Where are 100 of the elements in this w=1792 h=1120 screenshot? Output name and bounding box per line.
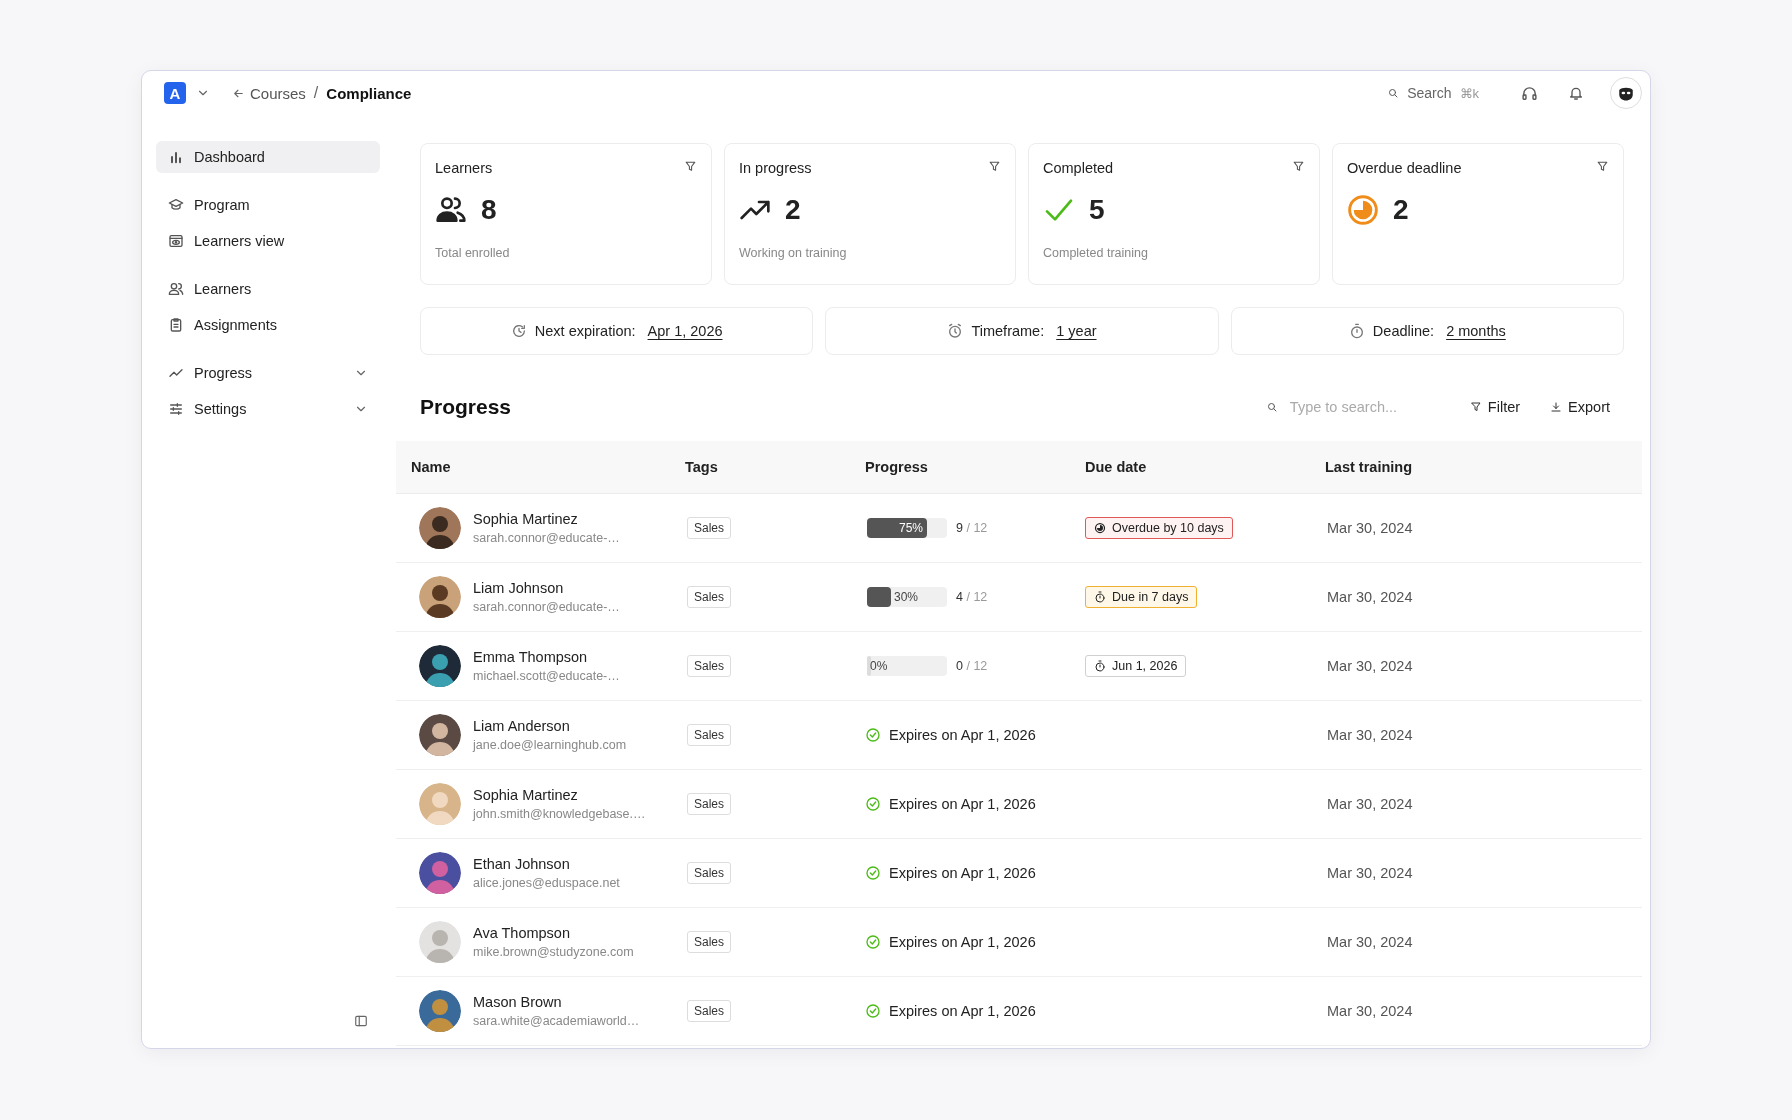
table-cell-text: Mar 30, 2024 (1326, 727, 1414, 743)
progress-count: 0 / 12 (956, 659, 988, 673)
users-icon (168, 281, 184, 297)
sidebar-item[interactable]: Progress (156, 357, 380, 389)
check-circle-icon (865, 727, 881, 743)
tag: Sales (687, 655, 732, 677)
alarm-clock-icon (947, 323, 964, 339)
table-cell-text: Mar 30, 2024 (1326, 865, 1414, 881)
sidebar-toggle-button[interactable] (354, 1014, 368, 1028)
filter-icon (1292, 160, 1305, 173)
stat-label: Completed (1043, 160, 1114, 176)
learner-name: Liam Johnson (473, 580, 565, 596)
stat-caption: Total enrolled (435, 246, 511, 260)
tag: Sales (687, 931, 732, 953)
column-header: Tags (685, 459, 719, 475)
learner-name: Emma Thompson (473, 649, 589, 665)
progress-count: 9 / 12 (956, 521, 988, 535)
progress-count: 4 / 12 (956, 590, 988, 604)
info-label: Next expiration: (534, 323, 636, 339)
stat-value: 2 (785, 194, 801, 226)
filter-button[interactable] (1596, 160, 1609, 173)
expiry-text: Expires on Apr 1, 2026 (889, 1003, 1036, 1019)
stat-caption: Working on training (739, 246, 848, 260)
stopwatch-icon (1348, 323, 1365, 339)
tag: Sales (687, 862, 732, 884)
filter-button[interactable] (1292, 160, 1305, 173)
learner-email: michael.scott@educate-… (473, 669, 620, 683)
learner-email: sara.white@academiaworld… (473, 1014, 640, 1028)
expiry-text: Expires on Apr 1, 2026 (889, 727, 1036, 743)
learner-email: john.smith@knowledgebase.… (473, 807, 646, 821)
learner-email: mike.brown@studyzone.com (473, 945, 634, 959)
table-cell-text: Mar 30, 2024 (1326, 589, 1414, 605)
download-icon (1550, 401, 1563, 413)
export-button[interactable]: Export (1550, 399, 1610, 415)
sidebar-item[interactable]: Learners (156, 273, 380, 305)
sidebar-panel-icon (354, 1014, 368, 1028)
search-button[interactable]: Search ⌘k (1381, 84, 1485, 102)
filter-icon (988, 160, 1001, 173)
filter-button[interactable] (988, 160, 1001, 173)
info-label: Timeframe: (971, 323, 1045, 339)
sidebar-item[interactable]: Dashboard (156, 141, 380, 173)
clock-pie-icon (1347, 194, 1379, 226)
graduation-cap-icon (168, 197, 184, 213)
info-value-link[interactable]: 1 year (1056, 323, 1097, 339)
learner-name: Ethan Johnson (473, 856, 571, 872)
search-icon (1265, 401, 1278, 413)
table-cell-text: Mar 30, 2024 (1326, 796, 1414, 812)
info-label: Deadline: (1372, 323, 1435, 339)
breadcrumb-separator: / (313, 84, 319, 102)
learner-email: sarah.connor@educate-… (473, 531, 620, 545)
tag: Sales (687, 517, 732, 539)
table-cell-text: Mar 30, 2024 (1326, 658, 1414, 674)
sliders-icon (168, 401, 184, 417)
table-cell-text: Mar 30, 2024 (1326, 1003, 1414, 1019)
tag: Sales (687, 1000, 732, 1022)
sidebar-item[interactable]: Settings (156, 393, 380, 425)
breadcrumb-current: Compliance (326, 84, 412, 102)
column-header: Name (411, 459, 452, 475)
filter-button[interactable]: Filter (1469, 399, 1521, 415)
filter-icon (684, 160, 697, 173)
due-badge: Overdue by 10 days (1085, 517, 1233, 539)
clipboard-icon (168, 317, 184, 333)
check-circle-icon (865, 865, 881, 881)
stat-label: Overdue deadline (1347, 160, 1462, 176)
learner-name: Mason Brown (473, 994, 563, 1010)
bar-chart-icon (168, 149, 184, 165)
sidebar-item[interactable]: Assignments (156, 309, 380, 341)
stat-value: 5 (1089, 194, 1105, 226)
sidebar-item[interactable]: Program (156, 189, 380, 221)
search-icon (1387, 87, 1400, 99)
due-badge: Due in 7 days (1085, 586, 1198, 608)
history-clock-icon (510, 323, 527, 339)
app-logo[interactable]: A (164, 82, 186, 104)
filter-button[interactable] (684, 160, 697, 173)
learner-email: jane.doe@learninghub.com (473, 738, 627, 752)
learner-email: alice.jones@eduspace.net (473, 876, 620, 890)
tag: Sales (687, 724, 732, 746)
progress-percent: 75% (898, 520, 924, 537)
stat-label: In progress (739, 160, 812, 176)
stopwatch-icon (1094, 591, 1106, 603)
stat-value: 2 (1393, 194, 1409, 226)
tag: Sales (687, 586, 732, 608)
column-header: Last training (1325, 459, 1413, 475)
info-value-link[interactable]: 2 months (1446, 323, 1506, 339)
column-header: Due date (1085, 459, 1148, 475)
learner-name: Sophia Martinez (473, 511, 579, 527)
filter-icon (1596, 160, 1609, 173)
breadcrumb-link[interactable]: Courses (232, 84, 306, 102)
progress-percent: 30% (894, 589, 919, 606)
due-badge: Jun 1, 2026 (1085, 655, 1187, 677)
info-value-link[interactable]: Apr 1, 2026 (647, 323, 723, 339)
stat-value: 8 (481, 194, 497, 226)
progress-percent: 0% (870, 658, 888, 675)
clock-pie-icon (1094, 522, 1106, 534)
sidebar-item[interactable]: Learners view (156, 225, 380, 257)
table-cell-text: Mar 30, 2024 (1326, 520, 1414, 536)
headset-icon (1521, 84, 1538, 102)
column-header: Progress (865, 459, 929, 475)
expiry-text: Expires on Apr 1, 2026 (889, 796, 1036, 812)
user-avatar[interactable] (1610, 77, 1642, 109)
